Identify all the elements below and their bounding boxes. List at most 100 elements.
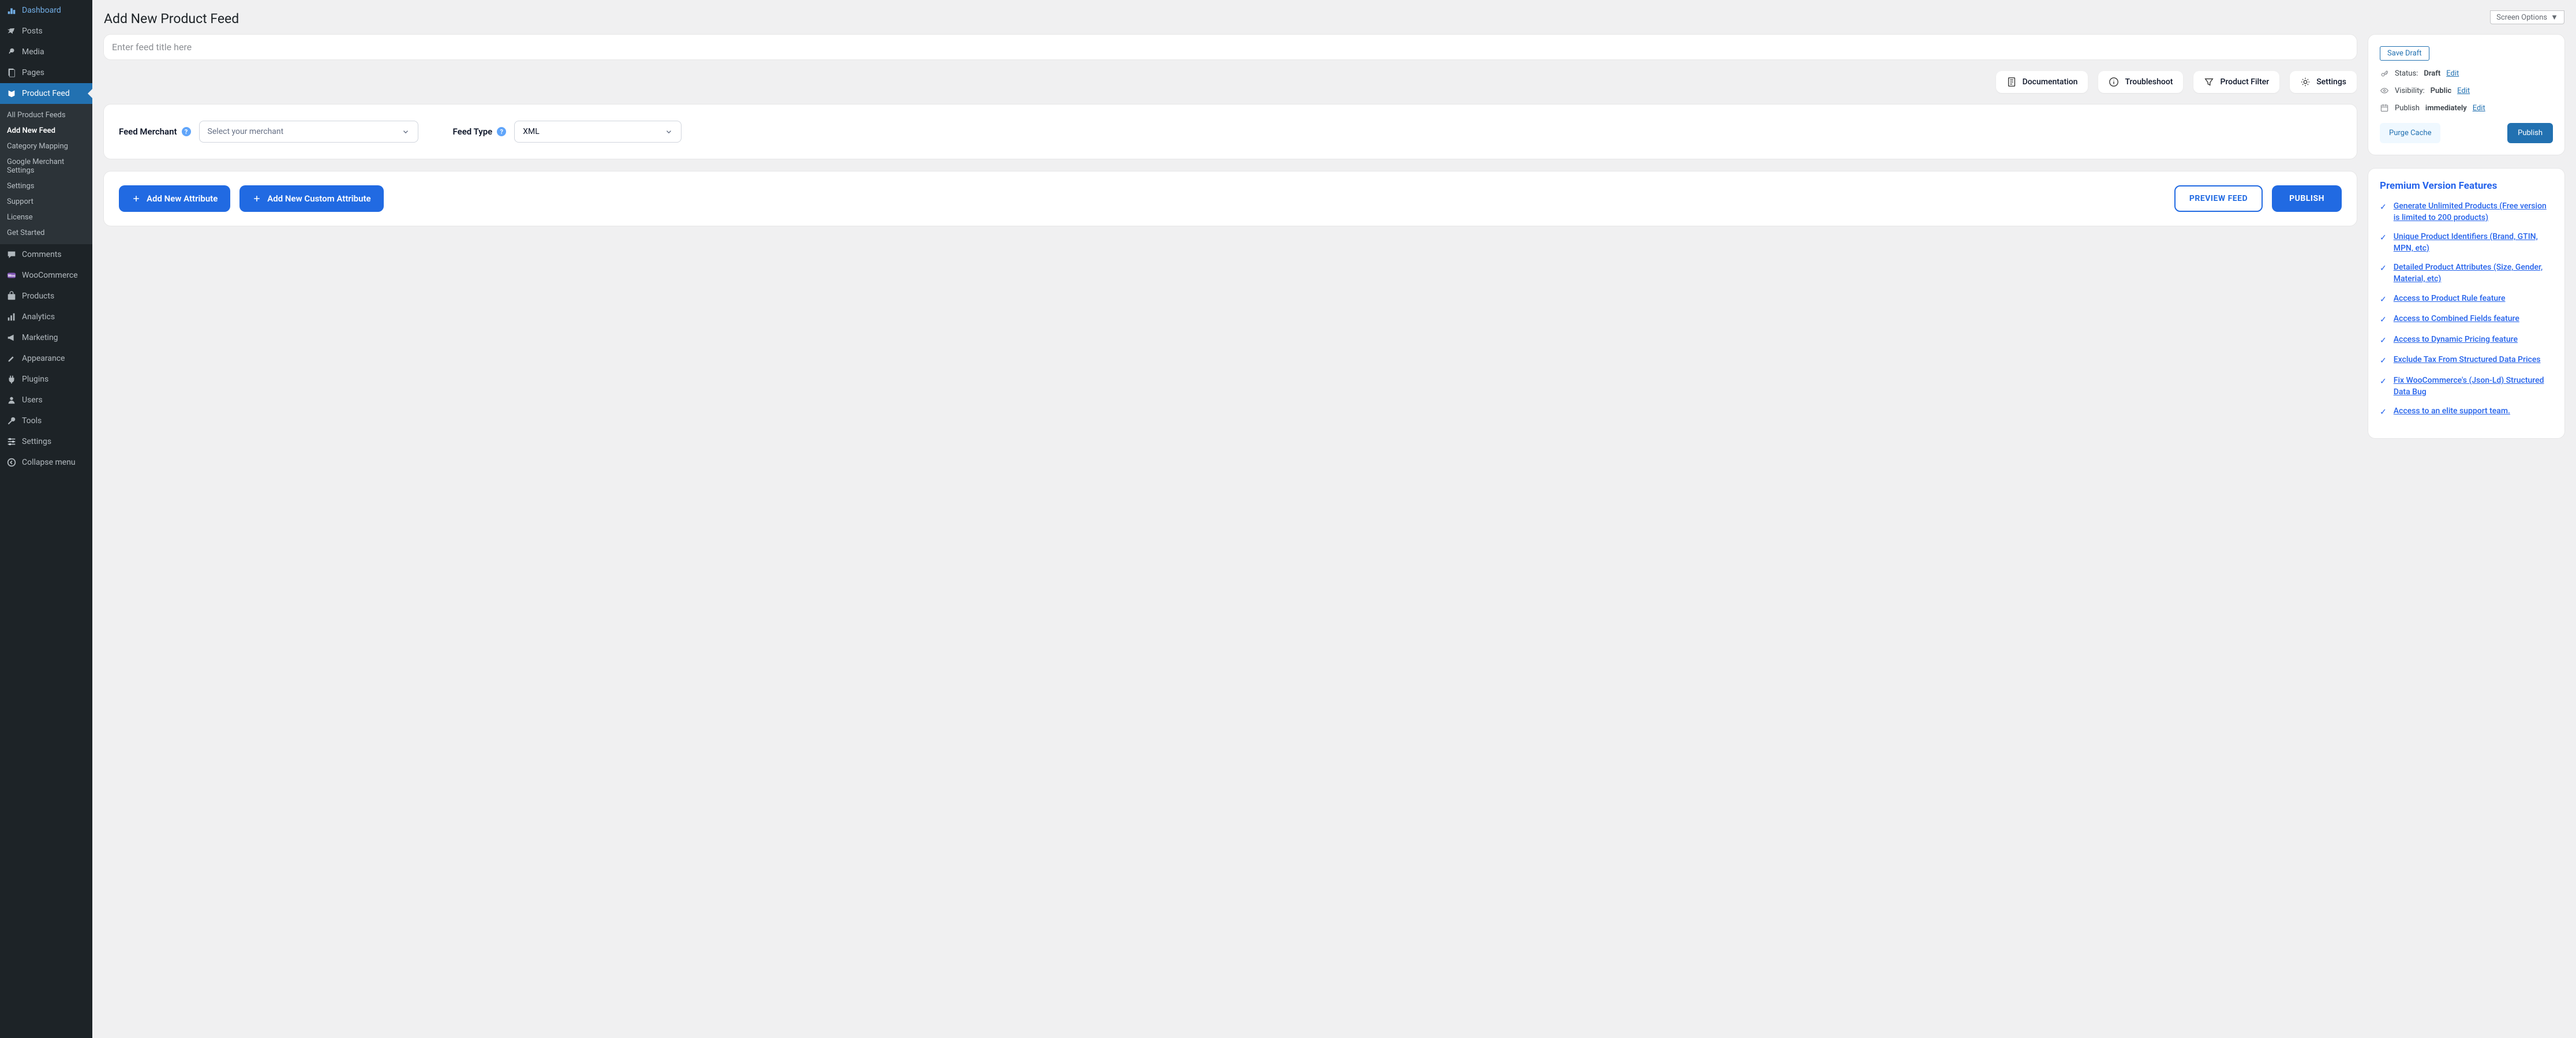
analytics-icon — [6, 311, 17, 323]
comment-icon — [6, 249, 17, 260]
premium-feature-link[interactable]: Fix WooCommerce's (Json-Ld) Structured D… — [2394, 375, 2553, 398]
premium-feature-item: ✓ Detailed Product Attributes (Size, Gend… — [2380, 262, 2553, 285]
sidebar-item-collapse[interactable]: Collapse menu — [0, 452, 92, 473]
sidebar-item-appearance[interactable]: Appearance — [0, 348, 92, 369]
pin-icon — [6, 25, 17, 37]
settings-button[interactable]: Settings — [2290, 71, 2357, 93]
status-row: Status: Draft Edit — [2380, 69, 2553, 78]
sidebar-item-pages[interactable]: Pages — [0, 62, 92, 83]
edit-status-link[interactable]: Edit — [2446, 69, 2459, 78]
label-text: Feed Type — [453, 126, 493, 137]
submenu-license[interactable]: License — [0, 210, 92, 225]
sidebar-item-woocommerce[interactable]: Woo WooCommerce — [0, 265, 92, 286]
sidebar-item-plugins[interactable]: Plugins — [0, 369, 92, 390]
premium-feature-link[interactable]: Access to Dynamic Pricing feature — [2394, 334, 2518, 347]
publish-box: Save Draft Status: Draft Edit Visibility… — [2368, 35, 2564, 155]
preview-feed-button[interactable]: PREVIEW FEED — [2174, 185, 2263, 212]
sidebar-label: WooCommerce — [22, 271, 78, 280]
label-text: Feed Merchant — [119, 126, 177, 137]
premium-box: Premium Version Features ✓Generate Unlim… — [2368, 169, 2564, 438]
calendar-icon — [2380, 103, 2389, 113]
premium-feature-link[interactable]: Access to Combined Fields feature — [2394, 313, 2519, 326]
premium-feature-link[interactable]: Access to an elite support team. — [2394, 406, 2510, 419]
save-draft-button[interactable]: Save Draft — [2380, 46, 2429, 61]
add-custom-attribute-button[interactable]: Add New Custom Attribute — [239, 185, 383, 212]
submenu-all-feeds[interactable]: All Product Feeds — [0, 107, 92, 123]
sidebar-item-comments[interactable]: Comments — [0, 244, 92, 265]
submenu-get-started[interactable]: Get Started — [0, 225, 92, 241]
feed-merchant-select[interactable]: Select your merchant — [199, 121, 418, 143]
sidebar-item-products[interactable]: Products — [0, 286, 92, 307]
key-icon — [2380, 69, 2389, 78]
troubleshoot-button[interactable]: Troubleshoot — [2098, 71, 2183, 93]
sidebar-label: Products — [22, 292, 54, 301]
sidebar-label: Tools — [22, 416, 42, 425]
plus-icon — [132, 194, 141, 203]
visibility-value: Public — [2431, 87, 2451, 95]
feed-type-select[interactable]: XML — [514, 121, 682, 143]
publish-feed-button[interactable]: PUBLISH — [2272, 185, 2342, 212]
button-label: Add New Custom Attribute — [267, 193, 370, 204]
edit-publish-link[interactable]: Edit — [2473, 104, 2485, 113]
product-filter-button[interactable]: Product Filter — [2193, 71, 2279, 93]
check-icon: ✓ — [2380, 263, 2387, 285]
collapse-icon — [6, 457, 17, 468]
premium-feature-link[interactable]: Access to Product Rule feature — [2394, 293, 2506, 306]
premium-feature-link[interactable]: Generate Unlimited Products (Free versio… — [2394, 201, 2553, 223]
select-value: XML — [523, 127, 540, 136]
sidebar-item-tools[interactable]: Tools — [0, 410, 92, 431]
sidebar-label: Dashboard — [22, 6, 61, 15]
media-icon — [6, 46, 17, 58]
side-panel: Save Draft Status: Draft Edit Visibility… — [2368, 35, 2564, 452]
sidebar-item-settings[interactable]: Settings — [0, 431, 92, 452]
sidebar-item-marketing[interactable]: Marketing — [0, 327, 92, 348]
publish-date-row: Publish immediately Edit — [2380, 103, 2553, 113]
check-icon: ✓ — [2380, 376, 2387, 398]
submenu-settings[interactable]: Settings — [0, 178, 92, 194]
purge-cache-button[interactable]: Purge Cache — [2380, 123, 2440, 143]
check-icon: ✓ — [2380, 356, 2387, 367]
sidebar-item-product-feed[interactable]: Product Feed — [0, 83, 92, 104]
sidebar-label: Marketing — [22, 333, 58, 342]
submenu-support[interactable]: Support — [0, 194, 92, 210]
help-icon[interactable]: ? — [182, 127, 191, 136]
feed-merchant-label: Feed Merchant ? — [119, 126, 191, 137]
toolbar-label: Troubleshoot — [2125, 77, 2173, 87]
premium-feature-item: ✓Generate Unlimited Products (Free versi… — [2380, 201, 2553, 223]
select-placeholder: Select your merchant — [208, 127, 284, 136]
submenu-category-mapping[interactable]: Category Mapping — [0, 139, 92, 154]
feed-title-input[interactable] — [112, 42, 2349, 53]
submenu-add-new-feed[interactable]: Add New Feed — [0, 123, 92, 139]
filter-icon — [2204, 77, 2214, 87]
add-attribute-button[interactable]: Add New Attribute — [119, 185, 230, 212]
check-icon: ✓ — [2380, 335, 2387, 347]
premium-feature-link[interactable]: Unique Product Identifiers (Brand, GTIN,… — [2394, 232, 2553, 254]
premium-feature-link[interactable]: Detailed Product Attributes (Size, Gende… — [2394, 262, 2553, 285]
settings-sliders-icon — [6, 436, 17, 447]
sidebar-item-analytics[interactable]: Analytics — [0, 307, 92, 327]
check-icon: ✓ — [2380, 315, 2387, 326]
svg-text:Woo: Woo — [8, 274, 16, 278]
sidebar-item-posts[interactable]: Posts — [0, 21, 92, 42]
sidebar-item-media[interactable]: Media — [0, 42, 92, 62]
main-content: Add New Product Feed Screen Options ▼ Do… — [92, 0, 2576, 1038]
appearance-icon — [6, 353, 17, 364]
screen-options-button[interactable]: Screen Options ▼ — [2490, 10, 2564, 24]
sidebar-label: Analytics — [22, 312, 55, 322]
feed-config-card: Feed Merchant ? Select your merchant Fee… — [104, 104, 2357, 159]
sidebar-item-users[interactable]: Users — [0, 390, 92, 410]
visibility-row: Visibility: Public Edit — [2380, 86, 2553, 95]
sidebar-label: Appearance — [22, 354, 65, 363]
toolbar-label: Product Filter — [2220, 77, 2269, 87]
publish-side-button[interactable]: Publish — [2507, 123, 2553, 143]
eye-icon — [2380, 86, 2389, 95]
submenu-google-merchant[interactable]: Google Merchant Settings — [0, 154, 92, 178]
check-icon: ✓ — [2380, 407, 2387, 419]
help-icon[interactable]: ? — [497, 127, 506, 136]
premium-feature-link[interactable]: Exclude Tax From Structured Data Prices — [2394, 354, 2541, 367]
edit-visibility-link[interactable]: Edit — [2457, 87, 2470, 95]
check-icon: ✓ — [2380, 294, 2387, 306]
sidebar-item-dashboard[interactable]: Dashboard — [0, 0, 92, 21]
documentation-button[interactable]: Documentation — [1996, 71, 2088, 93]
dashboard-icon — [6, 5, 17, 16]
